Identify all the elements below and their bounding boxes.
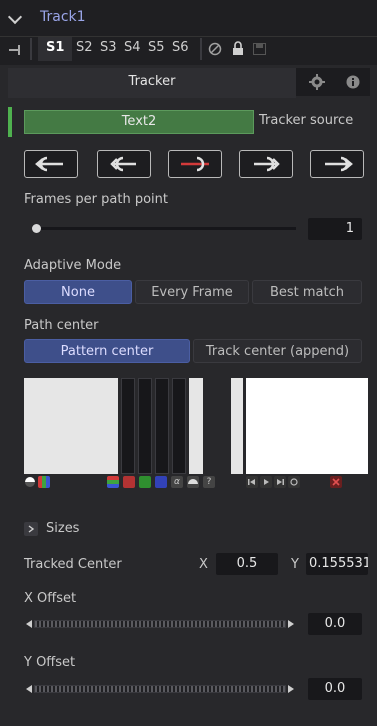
cache-icon[interactable] [253, 43, 266, 55]
tool-title[interactable]: Track1 [40, 9, 86, 25]
tracked-center-x-field[interactable]: 0.5 [216, 553, 278, 575]
adaptive-mode-label: Adaptive Mode [24, 258, 122, 273]
luminance-icon[interactable] [187, 476, 199, 488]
slot-s4[interactable]: S4 [124, 40, 141, 55]
red-channel-icon[interactable] [123, 476, 135, 488]
expand-sizes-icon[interactable] [24, 522, 38, 536]
info-icon[interactable] [336, 68, 370, 96]
slot-s1[interactable]: S1 [46, 40, 64, 55]
channel-bar-alpha [189, 378, 203, 474]
adaptive-mode-none[interactable]: None [24, 280, 132, 304]
alpha-channel-icon[interactable]: α [171, 476, 183, 488]
frames-per-path-point-slider[interactable] [34, 227, 296, 230]
stop-track-icon [181, 156, 209, 172]
track-forward-icon [325, 156, 353, 172]
x-offset-decrement-icon[interactable] [26, 620, 32, 628]
help-icon[interactable]: ? [203, 476, 215, 488]
tracker-active-indicator [8, 107, 12, 137]
tracked-center-label: Tracked Center [24, 557, 122, 572]
lock-icon[interactable] [232, 41, 244, 56]
y-offset-label: Y Offset [24, 655, 76, 670]
track-forward-frame-button[interactable] [239, 150, 293, 178]
disable-icon[interactable] [208, 42, 222, 56]
y-offset-slider[interactable] [34, 685, 286, 693]
tab-tracker[interactable]: Tracker [8, 68, 296, 98]
sizes-label[interactable]: Sizes [46, 521, 79, 536]
channel-bar [121, 378, 135, 474]
loop-icon[interactable] [288, 476, 300, 488]
track-reverse-frame-icon [110, 156, 136, 172]
channel-bar [172, 378, 186, 474]
x-offset-increment-icon[interactable] [288, 620, 294, 628]
x-offset-label: X Offset [24, 591, 77, 606]
divider [30, 38, 32, 60]
adaptive-mode-best-match[interactable]: Best match [252, 280, 362, 304]
path-center-track-append[interactable]: Track center (append) [193, 339, 362, 363]
rgb-icon[interactable] [38, 476, 50, 488]
divider [200, 38, 202, 60]
gear-icon[interactable] [300, 68, 334, 96]
pattern-preview [24, 378, 118, 474]
tracked-center-y-field[interactable]: 0.155531 [306, 553, 368, 575]
channel-bar [155, 378, 169, 474]
track-reverse-button[interactable] [24, 150, 78, 178]
frames-per-path-point-value[interactable]: 1 [308, 218, 362, 240]
blue-channel-icon[interactable] [155, 476, 167, 488]
y-offset-increment-icon[interactable] [288, 685, 294, 693]
slot-s6[interactable]: S6 [172, 40, 189, 55]
color-toggle-icon[interactable] [24, 476, 36, 488]
track-strip [231, 378, 243, 474]
tracked-center-y-label: Y [291, 557, 299, 572]
frames-per-path-point-label: Frames per path point [24, 192, 168, 207]
last-frame-icon[interactable] [274, 476, 286, 488]
track-reverse-icon [35, 156, 63, 172]
track-reverse-frame-button[interactable] [97, 150, 151, 178]
slider-knob[interactable] [32, 224, 41, 233]
stop-track-button[interactable] [168, 150, 222, 178]
clear-icon[interactable] [330, 476, 342, 488]
slot-s5[interactable]: S5 [148, 40, 165, 55]
track-forward-button[interactable] [310, 150, 364, 178]
tracker-source-field[interactable]: Text2 [24, 110, 254, 134]
tracked-center-x-label: X [199, 557, 208, 572]
x-offset-slider[interactable] [34, 620, 286, 628]
tracker-preview [246, 378, 368, 474]
slot-s2[interactable]: S2 [76, 40, 93, 55]
tracker-panel: Track1 S1 S2 S3 S4 S5 S6 Tracker Text2 T… [0, 0, 377, 726]
slot-s3[interactable]: S3 [100, 40, 117, 55]
y-offset-value[interactable]: 0.0 [308, 678, 362, 700]
pin-icon[interactable] [8, 44, 22, 56]
track-forward-frame-icon [254, 156, 280, 172]
green-channel-icon[interactable] [139, 476, 151, 488]
tracker-source-label: Tracker source [259, 113, 354, 128]
y-offset-decrement-icon[interactable] [26, 685, 32, 693]
adaptive-mode-every-frame[interactable]: Every Frame [135, 280, 249, 304]
path-center-label: Path center [24, 318, 99, 333]
channel-bar [138, 378, 152, 474]
x-offset-value[interactable]: 0.0 [308, 613, 362, 635]
first-frame-icon[interactable] [246, 476, 258, 488]
rgb-channel-icon[interactable] [107, 476, 119, 488]
play-icon[interactable] [260, 476, 272, 488]
path-center-pattern[interactable]: Pattern center [24, 339, 190, 363]
